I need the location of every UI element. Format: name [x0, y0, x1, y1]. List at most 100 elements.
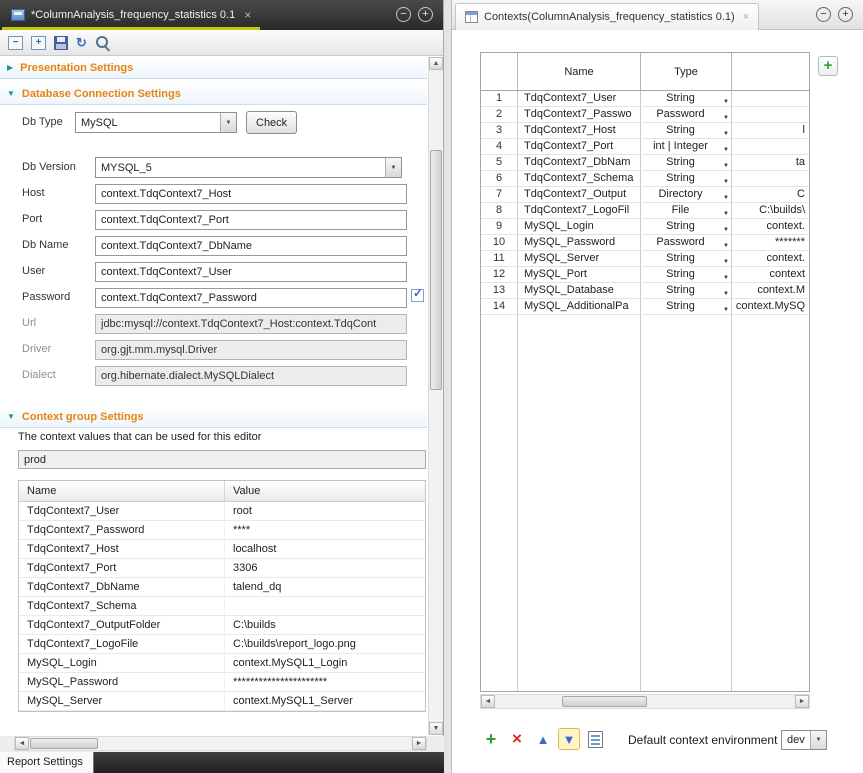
chevron-down-icon[interactable]: ▼: [7, 89, 15, 98]
table-row[interactable]: TdqContext7_Hostlocalhost: [19, 540, 425, 559]
variable-name-cell[interactable]: TdqContext7_DbNam: [518, 155, 641, 170]
close-icon[interactable]: ×: [244, 8, 251, 22]
table-row[interactable]: 4TdqContext7_Portint | Integer▼: [481, 139, 809, 155]
table-row[interactable]: 13MySQL_DatabaseString▼context.M: [481, 283, 809, 299]
variable-value-cell[interactable]: [732, 107, 809, 122]
import-context-button[interactable]: [584, 728, 606, 750]
db-version-select[interactable]: MYSQL_5 ▼: [95, 157, 402, 178]
variable-type-cell[interactable]: String▼: [641, 219, 732, 234]
variable-name-cell[interactable]: MySQL_Port: [518, 267, 641, 282]
table-row[interactable]: 12MySQL_PortString▼context: [481, 267, 809, 283]
scroll-left-button[interactable]: ◄: [15, 737, 29, 750]
variable-type-cell[interactable]: String▼: [641, 171, 732, 186]
chevron-down-icon[interactable]: ▼: [723, 303, 729, 314]
variable-name-cell[interactable]: MySQL_AdditionalPa: [518, 299, 641, 314]
variable-type-cell[interactable]: File▼: [641, 203, 732, 218]
password-checkbox[interactable]: ✓: [411, 289, 424, 302]
variable-value-cell[interactable]: context.MySQ: [732, 299, 809, 314]
chevron-down-icon[interactable]: ▼: [723, 111, 729, 122]
variable-type-cell[interactable]: Directory▼: [641, 187, 732, 202]
db-type-select[interactable]: MySQL ▼: [75, 112, 237, 133]
table-row[interactable]: 5TdqContext7_DbNamString▼ta: [481, 155, 809, 171]
table-row[interactable]: 6TdqContext7_SchemaString▼: [481, 171, 809, 187]
chevron-down-icon[interactable]: ▼: [220, 113, 236, 132]
variable-value-cell[interactable]: context: [732, 267, 809, 282]
zoom-icon[interactable]: [95, 35, 111, 51]
table-row[interactable]: TdqContext7_Port3306: [19, 559, 425, 578]
table-row[interactable]: 2TdqContext7_PasswoPassword▼: [481, 107, 809, 123]
chevron-down-icon[interactable]: ▼: [385, 158, 401, 177]
chevron-down-icon[interactable]: ▼: [723, 239, 729, 250]
variable-name-cell[interactable]: TdqContext7_Schema: [518, 171, 641, 186]
column-header-value[interactable]: Value: [225, 481, 425, 501]
context-group-name-field[interactable]: [18, 450, 426, 469]
chevron-right-icon[interactable]: ▶: [7, 63, 13, 72]
variable-name-cell[interactable]: TdqContext7_Output: [518, 187, 641, 202]
scroll-right-button[interactable]: ►: [795, 695, 809, 708]
column-header-type[interactable]: Type: [641, 53, 732, 90]
chevron-down-icon[interactable]: ▼: [723, 159, 729, 170]
table-row[interactable]: TdqContext7_LogoFileC:\builds\report_log…: [19, 635, 425, 654]
tab-report-settings[interactable]: Report Settings: [0, 752, 94, 773]
chevron-down-icon[interactable]: ▼: [723, 255, 729, 266]
variable-type-cell[interactable]: String▼: [641, 251, 732, 266]
chevron-down-icon[interactable]: ▼: [7, 412, 15, 421]
delete-context-button[interactable]: ×: [506, 728, 528, 750]
variable-value-cell[interactable]: [732, 171, 809, 186]
variable-type-cell[interactable]: String▼: [641, 91, 732, 106]
variable-name-cell[interactable]: TdqContext7_Passwo: [518, 107, 641, 122]
variable-value-cell[interactable]: C: [732, 187, 809, 202]
variable-value-cell[interactable]: ta: [732, 155, 809, 170]
table-row[interactable]: MySQL_Logincontext.MySQL1_Login: [19, 654, 425, 673]
port-input[interactable]: [95, 210, 407, 230]
table-row[interactable]: TdqContext7_OutputFolderC:\builds: [19, 616, 425, 635]
variable-name-cell[interactable]: MySQL_Database: [518, 283, 641, 298]
variable-name-cell[interactable]: MySQL_Password: [518, 235, 641, 250]
variable-name-cell[interactable]: TdqContext7_User: [518, 91, 641, 106]
environment-select[interactable]: dev ▼: [781, 730, 827, 750]
chevron-down-icon[interactable]: ▼: [723, 207, 729, 218]
table-row[interactable]: 3TdqContext7_HostString▼l: [481, 123, 809, 139]
scroll-down-button[interactable]: ▼: [429, 722, 443, 735]
scrollbar-thumb[interactable]: [562, 696, 647, 707]
close-icon[interactable]: ×: [743, 11, 749, 23]
chevron-down-icon[interactable]: ▼: [723, 127, 729, 138]
chevron-down-icon[interactable]: ▼: [723, 175, 729, 186]
host-input[interactable]: [95, 184, 407, 204]
variable-value-cell[interactable]: C:\builds\: [732, 203, 809, 218]
variable-type-cell[interactable]: String▼: [641, 155, 732, 170]
scroll-right-button[interactable]: ►: [412, 737, 426, 750]
column-header-name[interactable]: Name: [19, 481, 225, 501]
tab-analysis-editor[interactable]: *ColumnAnalysis_frequency_statistics 0.1…: [2, 0, 260, 30]
variable-name-cell[interactable]: MySQL_Login: [518, 219, 641, 234]
move-up-button[interactable]: ▲: [532, 728, 554, 750]
expand-all-icon[interactable]: +: [31, 36, 46, 50]
table-row[interactable]: 11MySQL_ServerString▼context.: [481, 251, 809, 267]
table-row[interactable]: TdqContext7_Schema: [19, 597, 425, 616]
move-down-button[interactable]: ▼: [558, 728, 580, 750]
db-name-input[interactable]: [95, 236, 407, 256]
variable-type-cell[interactable]: int | Integer▼: [641, 139, 732, 154]
variable-name-cell[interactable]: TdqContext7_Host: [518, 123, 641, 138]
table-row[interactable]: 9MySQL_LoginString▼context.: [481, 219, 809, 235]
chevron-down-icon[interactable]: ▼: [723, 143, 729, 154]
table-row[interactable]: 10MySQL_PasswordPassword▼*******: [481, 235, 809, 251]
table-row[interactable]: 7TdqContext7_OutputDirectory▼C: [481, 187, 809, 203]
variable-name-cell[interactable]: MySQL_Server: [518, 251, 641, 266]
chevron-down-icon[interactable]: ▼: [723, 191, 729, 202]
refresh-icon[interactable]: ↻: [76, 36, 87, 50]
scroll-left-button[interactable]: ◄: [481, 695, 495, 708]
variable-type-cell[interactable]: String▼: [641, 123, 732, 138]
section-database-connection-settings[interactable]: ▼ Database Connection Settings: [0, 83, 427, 105]
chevron-down-icon[interactable]: ▼: [723, 287, 729, 298]
vertical-scrollbar[interactable]: ▲ ▼: [428, 57, 443, 735]
variable-type-cell[interactable]: String▼: [641, 299, 732, 314]
chevron-down-icon[interactable]: ▼: [723, 271, 729, 282]
variable-type-cell[interactable]: Password▼: [641, 235, 732, 250]
password-input[interactable]: [95, 288, 407, 308]
scroll-up-button[interactable]: ▲: [429, 57, 443, 70]
variable-type-cell[interactable]: String▼: [641, 267, 732, 282]
variable-name-cell[interactable]: TdqContext7_LogoFil: [518, 203, 641, 218]
maximize-button[interactable]: +: [838, 7, 853, 22]
save-icon[interactable]: [54, 36, 68, 50]
